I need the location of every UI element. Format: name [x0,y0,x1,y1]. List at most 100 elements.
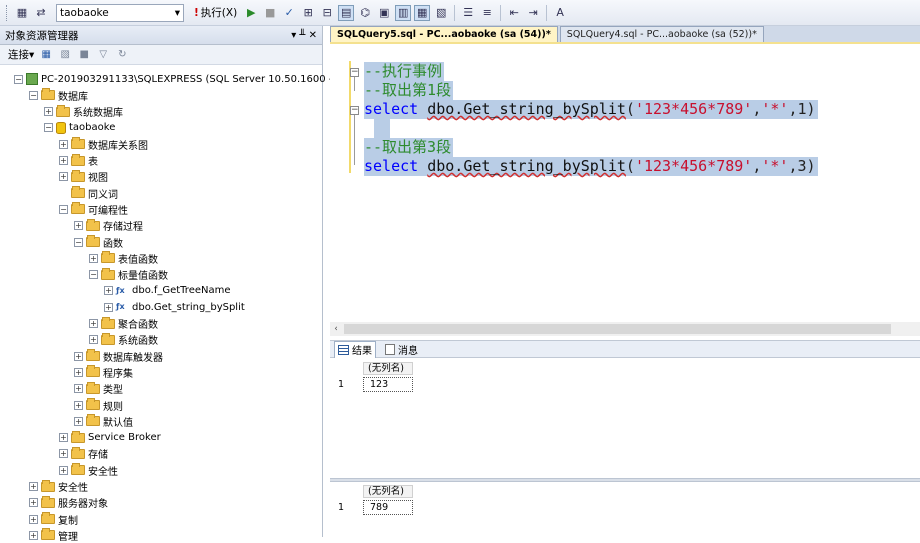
disconnect-icon[interactable]: ▧ [58,49,72,61]
tree-node[interactable]: + 视图 [59,169,108,185]
connect-icon[interactable]: ▦ [14,5,30,21]
tree-node[interactable]: + 聚合函数 [89,316,158,332]
tree-node[interactable]: − taobaoke [44,120,115,136]
tree-node[interactable]: + 管理 [29,527,78,543]
expand-icon[interactable]: + [59,139,68,149]
result-grid[interactable]: (无列名) 1 123 [336,362,436,402]
parse-check-icon[interactable]: ✓ [281,5,297,21]
query-editor[interactable]: − − --执行事例 --取出第1段 select dbo.Get_string… [330,46,920,322]
result-grid-splitter[interactable] [330,478,920,482]
filter-icon[interactable]: ▽ [96,49,110,61]
column-header[interactable]: (无列名) [363,362,413,375]
tree-node[interactable]: + 数据库关系图 [59,136,148,152]
expand-icon[interactable]: + [59,449,68,459]
panel-controls[interactable]: ▾ ╨ ✕ [291,30,317,41]
result-cell[interactable]: 789 [363,500,413,515]
tree-node[interactable]: + 安全性 [29,479,88,495]
editor-horizontal-scrollbar[interactable]: ‹ [330,322,920,336]
tree-node[interactable]: + 安全性 [59,462,118,478]
tree-node[interactable]: + 复制 [29,511,78,527]
tab-sqlquery4[interactable]: SQLQuery4.sql - PC...aobaoke (sa (52))* [559,26,764,42]
tree-node[interactable]: − PC-201903291133\SQLEXPRESS (SQL Server … [14,71,341,87]
tree-node[interactable]: + 数据库触发器 [74,348,163,364]
expand-icon[interactable]: + [74,400,83,410]
connect-server-icon[interactable]: ▦ [39,49,53,61]
query-designer-icon[interactable]: ⊟ [319,5,335,21]
expand-icon[interactable]: + [104,302,113,312]
expand-icon[interactable]: + [29,530,38,540]
specify-values-icon[interactable]: A [552,5,568,21]
tree-node[interactable]: + 表值函数 [89,250,158,266]
result-grid[interactable]: (无列名) 1 789 [336,485,436,525]
expand-icon[interactable]: + [59,172,68,182]
tree-node[interactable]: − 数据库 [29,87,88,103]
tree-node[interactable]: − 可编程性 [59,201,128,217]
change-connection-icon[interactable]: ⇄ [33,5,49,21]
tree-node[interactable]: + 服务器对象 [29,495,108,511]
stop-icon[interactable]: ■ [77,49,91,61]
collapse-region-icon[interactable]: − [350,68,359,77]
expand-icon[interactable]: + [89,319,98,328]
expand-icon[interactable]: + [89,253,98,263]
uncomment-icon[interactable]: ≡ [479,5,495,21]
tree-node[interactable]: + 系统数据库 [44,104,123,120]
connect-dropdown[interactable]: 连接▾ [8,47,34,62]
tree-node[interactable]: + 系统函数 [89,332,158,348]
results-to-grid-icon[interactable]: ▤ [338,4,355,21]
expand-icon[interactable]: + [59,156,68,165]
results-grid-icon[interactable]: ▦ [414,4,431,21]
column-header[interactable]: (无列名) [363,485,413,498]
tree-node[interactable]: + 类型 [74,381,123,397]
display-plan-icon[interactable]: ⊞ [300,5,316,21]
scrollbar-thumb[interactable] [344,324,891,334]
collapse-icon[interactable]: − [14,74,23,84]
debug-play-icon[interactable]: ▶ [243,5,259,21]
expand-icon[interactable]: + [44,107,53,117]
toolbar-grip[interactable] [6,4,9,21]
expand-icon[interactable]: + [74,384,83,394]
execute-button[interactable]: ! 执行(X) [191,5,240,20]
expand-icon[interactable]: + [29,514,38,524]
expand-icon[interactable]: + [74,221,83,231]
results-to-text-icon[interactable]: ▥ [395,4,412,21]
tree-node[interactable]: + 规则 [74,397,123,413]
tab-messages[interactable]: 消息 [382,342,421,357]
expand-icon[interactable]: + [104,286,113,296]
tree-node[interactable]: + 存储过程 [74,218,143,234]
result-cell[interactable]: 123 [363,377,413,392]
scroll-left-icon[interactable]: ‹ [330,324,342,334]
tree-node[interactable]: + Service Broker [59,430,161,446]
expand-icon[interactable]: + [59,433,68,443]
expand-icon[interactable]: + [74,351,83,361]
expand-icon[interactable]: + [29,482,38,491]
database-select[interactable]: taobaoke ▾ [56,3,184,22]
tree-node[interactable]: + ƒx dbo.f_GetTreeName [104,283,231,299]
tree-node[interactable]: + ƒx dbo.Get_string_bySplit [104,299,245,315]
row-number[interactable]: 1 [336,502,356,513]
tab-sqlquery5[interactable]: SQLQuery5.sql - PC...aobaoke (sa (54))* [330,26,558,42]
collapse-region-icon[interactable]: − [350,106,359,115]
collapse-icon[interactable]: − [29,90,38,100]
results-file-icon[interactable]: ▧ [433,5,449,21]
tree-node[interactable]: + 表 [59,153,98,169]
tree-node[interactable]: − 标量值函数 [89,267,168,283]
expand-icon[interactable]: + [29,498,38,508]
increase-indent-icon[interactable]: ⇥ [525,5,541,21]
tree-node[interactable]: + 存储 [59,446,108,462]
expand-icon[interactable]: + [74,367,83,377]
expand-icon[interactable]: + [89,335,98,345]
include-plan-icon[interactable]: ⌬ [357,5,373,21]
client-stats-icon[interactable]: ▣ [376,5,392,21]
collapse-icon[interactable]: − [44,123,53,133]
refresh-icon[interactable]: ↻ [115,49,129,61]
collapse-icon[interactable]: − [74,237,83,247]
tree-node[interactable]: + 程序集 [74,364,133,380]
expand-icon[interactable]: + [59,465,68,475]
stop-icon[interactable]: ■ [262,5,278,21]
tab-results[interactable]: 结果 [334,340,376,358]
collapse-icon[interactable]: − [89,270,98,280]
tree-node[interactable]: − 函数 [74,234,123,250]
comment-icon[interactable]: ☰ [460,5,476,21]
decrease-indent-icon[interactable]: ⇤ [506,5,522,21]
row-number[interactable]: 1 [336,379,356,390]
